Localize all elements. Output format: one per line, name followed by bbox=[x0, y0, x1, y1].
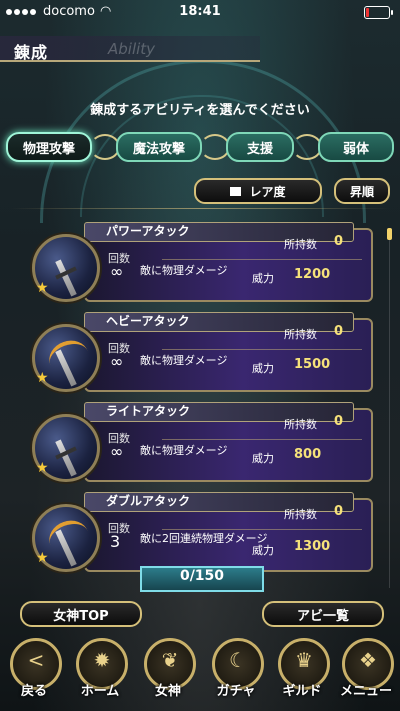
ability-name: ダブルアタック bbox=[106, 494, 191, 508]
count-value: 3 bbox=[110, 532, 121, 551]
nav-back[interactable]: < 戻る bbox=[2, 638, 66, 706]
nav-home[interactable]: ✹ ホーム bbox=[68, 638, 132, 706]
tab-label: 魔法攻撃 bbox=[132, 141, 185, 157]
divider-line bbox=[162, 439, 362, 440]
nav-label: ギルド bbox=[282, 684, 322, 699]
ability-card[interactable]: ダブルアタック ★ 回数 3 敵に2回連続物理ダメージ 所持数 0 威力 130… bbox=[22, 492, 374, 576]
nav-label: メニュー bbox=[339, 684, 392, 699]
count-value: ∞ bbox=[110, 262, 124, 281]
ability-description: 敵に物理ダメージ bbox=[140, 354, 228, 367]
ability-card[interactable]: ライトアタック ★ 回数 ∞ 敵に物理ダメージ 所持数 0 威力 800 bbox=[22, 402, 374, 486]
scrollbar-track bbox=[389, 228, 390, 588]
power-value: 800 bbox=[294, 447, 322, 462]
power-value: 1300 bbox=[294, 539, 331, 554]
owned-value: 0 bbox=[334, 414, 344, 429]
bottom-nav: < 戻る ✹ ホーム ❦ 女神 ☾ ガチャ ♛ ギルド ❖ メニュー bbox=[0, 636, 400, 711]
back-arrow-icon: < bbox=[27, 648, 45, 672]
sort-rarity-label: レア度 bbox=[249, 184, 286, 199]
nav-label: ホーム bbox=[80, 684, 120, 699]
home-icon: ✹ bbox=[93, 648, 111, 672]
page-subtitle: Ability bbox=[108, 40, 156, 58]
power-label: 威力 bbox=[252, 452, 274, 465]
page-title: 錬成 bbox=[14, 43, 49, 62]
clock: 18:41 bbox=[179, 4, 221, 19]
tab-debuff[interactable]: 弱体 bbox=[318, 132, 394, 162]
divider-line bbox=[162, 529, 362, 530]
tab-label: 物理攻撃 bbox=[22, 141, 75, 157]
owned-value: 0 bbox=[334, 504, 344, 519]
tab-label: 支援 bbox=[246, 141, 273, 157]
ability-description: 敵に物理ダメージ bbox=[140, 264, 228, 277]
ability-description: 敵に2回連続物理ダメージ bbox=[140, 532, 268, 545]
crown-icon: ♛ bbox=[295, 648, 313, 672]
nav-guild[interactable]: ♛ ギルド bbox=[270, 638, 334, 706]
nav-label: 女神 bbox=[154, 684, 181, 699]
ability-name: ヘビーアタック bbox=[106, 314, 190, 328]
owned-label: 所持数 bbox=[284, 508, 317, 521]
tab-support[interactable]: 支援 bbox=[226, 132, 294, 162]
ability-list-button[interactable]: アビ一覧 bbox=[262, 601, 384, 627]
goddess-top-button[interactable]: 女神TOP bbox=[20, 601, 142, 627]
wing-icon: ❦ bbox=[161, 648, 179, 672]
instruction-text: 錬成するアビリティを選んでください bbox=[90, 103, 310, 118]
sort-rarity-button[interactable]: レア度 bbox=[194, 178, 322, 204]
divider-line bbox=[162, 259, 362, 260]
ability-name: ライトアタック bbox=[106, 404, 191, 418]
star-icon: ★ bbox=[36, 460, 49, 476]
ability-list-label: アビ一覧 bbox=[296, 608, 349, 624]
sort-order-label: 昇順 bbox=[349, 184, 374, 199]
sort-order-button[interactable]: 昇順 bbox=[334, 178, 390, 204]
nav-label: 戻る bbox=[20, 684, 47, 699]
nav-label: ガチャ bbox=[216, 684, 256, 699]
tab-physical-attack[interactable]: 物理攻撃 bbox=[6, 132, 92, 162]
count-value: ∞ bbox=[110, 352, 124, 371]
nav-menu[interactable]: ❖ メニュー bbox=[334, 638, 398, 706]
sort-square-icon bbox=[230, 186, 242, 196]
category-tabs: 物理攻撃 魔法攻撃 支援 弱体 bbox=[6, 132, 396, 162]
grid-icon: ❖ bbox=[359, 648, 377, 672]
ability-card[interactable]: パワーアタック ★ 回数 ∞ 敵に物理ダメージ 所持数 0 威力 1200 bbox=[22, 222, 374, 306]
star-icon: ★ bbox=[36, 280, 49, 296]
power-value: 1200 bbox=[294, 267, 331, 282]
battery-icon bbox=[364, 6, 393, 19]
nav-gacha[interactable]: ☾ ガチャ bbox=[204, 638, 268, 706]
ability-description: 敵に物理ダメージ bbox=[140, 444, 228, 457]
nav-goddess[interactable]: ❦ 女神 bbox=[136, 638, 200, 706]
divider bbox=[10, 208, 390, 209]
count-value: ∞ bbox=[110, 442, 124, 461]
star-icon: ★ bbox=[36, 370, 49, 386]
tab-label: 弱体 bbox=[342, 141, 369, 157]
owned-label: 所持数 bbox=[284, 238, 317, 251]
ability-card[interactable]: ヘビーアタック ★ 回数 ∞ 敵に物理ダメージ 所持数 0 威力 1500 bbox=[22, 312, 374, 396]
tab-magic-attack[interactable]: 魔法攻撃 bbox=[116, 132, 202, 162]
scrollbar-thumb[interactable] bbox=[387, 228, 392, 240]
moon-icon: ☾ bbox=[229, 648, 247, 672]
owned-label: 所持数 bbox=[284, 328, 317, 341]
owned-label: 所持数 bbox=[284, 418, 317, 431]
ability-name: パワーアタック bbox=[106, 224, 190, 238]
power-label: 威力 bbox=[252, 544, 274, 557]
owned-value: 0 bbox=[334, 234, 344, 249]
star-icon: ★ bbox=[36, 550, 49, 566]
owned-value: 0 bbox=[334, 324, 344, 339]
selection-counter: 0/150 bbox=[140, 566, 264, 592]
screen-header: 錬成 Ability bbox=[0, 36, 400, 62]
power-value: 1500 bbox=[294, 357, 331, 372]
power-label: 威力 bbox=[252, 272, 274, 285]
divider-line bbox=[162, 349, 362, 350]
power-label: 威力 bbox=[252, 362, 274, 375]
goddess-top-label: 女神TOP bbox=[53, 608, 109, 624]
status-bar: docomo ◠ 18:41 bbox=[0, 0, 400, 24]
